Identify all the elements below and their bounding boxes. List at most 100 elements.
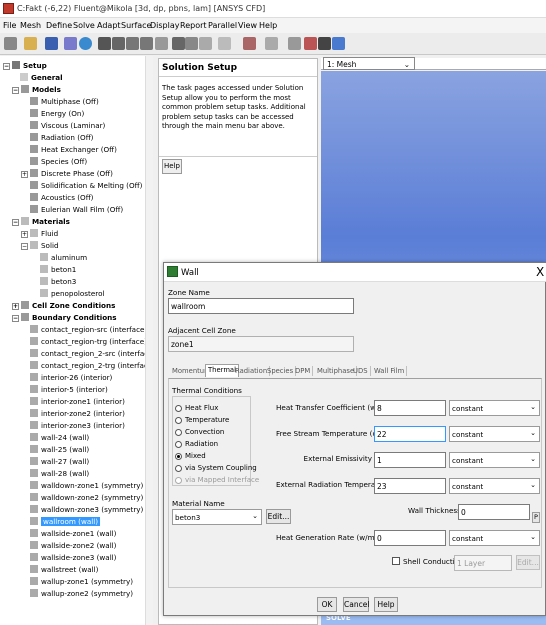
wall-thickness-input[interactable]: 0 <box>458 504 530 520</box>
fst-method-select[interactable]: constant ⌄ <box>449 426 540 442</box>
radio-temperature[interactable] <box>175 417 182 424</box>
probe-icon[interactable] <box>155 37 168 50</box>
tree-cell-zone[interactable]: + Cell Zone Conditions <box>12 300 115 312</box>
menu-define[interactable]: Define <box>46 21 72 30</box>
tree-boundary-item[interactable]: interior-zone2 (interior) <box>30 408 125 420</box>
color-icon[interactable] <box>265 37 278 50</box>
radio-convection[interactable] <box>175 429 182 436</box>
hgr-method-select[interactable]: constant ⌄ <box>449 530 540 546</box>
tree-general[interactable]: General <box>20 72 63 84</box>
parameter-p-button[interactable]: P <box>532 512 540 523</box>
tab-uds[interactable]: UDS <box>351 366 371 376</box>
fit-icon[interactable] <box>172 37 185 50</box>
help-circle-icon[interactable] <box>79 37 92 50</box>
tree-model-item[interactable]: Radiation (Off) <box>30 132 93 144</box>
tree-model-item[interactable]: Eulerian Wall Film (Off) <box>30 204 123 216</box>
tree-boundary-item[interactable]: interior-5 (interior) <box>30 384 108 396</box>
bar-chart-icon[interactable] <box>199 37 212 50</box>
ert-input[interactable]: 23 <box>374 478 446 494</box>
htc-input[interactable]: 8 <box>374 400 446 416</box>
tree-boundary-item[interactable]: wallstreet (wall) <box>30 564 98 576</box>
tree-boundary-item[interactable]: wallup-zone2 (symmetry) <box>30 588 133 600</box>
grid-icon[interactable] <box>332 37 345 50</box>
help-button[interactable]: Help <box>374 597 398 612</box>
tree-solid-item[interactable]: penopolosterol <box>40 288 104 300</box>
tree-boundary-item[interactable]: interior-zone1 (interior) <box>30 396 125 408</box>
tree-boundary-item[interactable]: contact_region-src (interface) <box>30 324 147 336</box>
shell-conduction-checkbox[interactable] <box>392 557 400 565</box>
tree-boundary-item[interactable]: contact_region-trg (interface) <box>30 336 147 348</box>
annotate-icon[interactable] <box>318 37 331 50</box>
tree-boundary-item[interactable]: wall-27 (wall) <box>30 456 89 468</box>
tree-boundary-item[interactable]: wall-24 (wall) <box>30 432 89 444</box>
tree-solid-item[interactable]: beton3 <box>40 276 76 288</box>
tab-dpm[interactable]: DPM <box>293 366 314 376</box>
tree-model-item[interactable]: Energy (On) <box>30 108 84 120</box>
ert-method-select[interactable]: constant ⌄ <box>449 478 540 494</box>
view-icon[interactable] <box>243 37 256 50</box>
menu-adapt[interactable]: Adapt <box>97 21 121 30</box>
window-layout-icon[interactable] <box>218 37 231 50</box>
tree-boundary-item[interactable]: wallside-zone3 (wall) <box>30 552 117 564</box>
tree-model-item[interactable]: Acoustics (Off) <box>30 192 93 204</box>
tree-boundary[interactable]: − Boundary Conditions <box>12 312 117 324</box>
fst-input[interactable]: 22 <box>374 426 446 442</box>
close-icon[interactable]: X <box>536 265 544 279</box>
tree-boundary-item[interactable]: contact_region_2-trg (interface) <box>30 360 151 372</box>
ruler-icon[interactable] <box>304 37 317 50</box>
menu-help[interactable]: Help <box>259 21 277 30</box>
panel-toggle-icon[interactable] <box>4 37 17 50</box>
tree-boundary-item[interactable]: interior-26 (interior) <box>30 372 112 384</box>
pan-icon[interactable] <box>112 37 125 50</box>
tree-boundary-item[interactable]: wallup-zone1 (symmetry) <box>30 576 133 588</box>
menu-view[interactable]: View <box>238 21 257 30</box>
tree-model-item[interactable]: Species (Off) <box>30 156 87 168</box>
tree-boundary-item[interactable]: contact_region_2-src (interface) <box>30 348 151 360</box>
menu-report[interactable]: Report <box>180 21 207 30</box>
material-select[interactable]: beton3 ⌄ <box>172 509 262 525</box>
dialog-titlebar[interactable]: Wall X <box>164 263 546 282</box>
tree-setup[interactable]: − Setup <box>3 60 47 72</box>
menu-display[interactable]: Display <box>150 21 180 30</box>
tree-boundary-item[interactable]: walldown-zone1 (symmetry) <box>30 480 143 492</box>
rotate-icon[interactable] <box>98 37 111 50</box>
tree-boundary-item[interactable]: wall-28 (wall) <box>30 468 89 480</box>
zoom-out-icon[interactable] <box>140 37 153 50</box>
htc-method-select[interactable]: constant ⌄ <box>449 400 540 416</box>
tree-model-item[interactable]: Multiphase (Off) <box>30 96 99 108</box>
menu-solve[interactable]: Solve <box>73 21 95 30</box>
radio-radiation[interactable] <box>175 441 182 448</box>
tree-boundary-item[interactable]: wallside-zone2 (wall) <box>30 540 117 552</box>
cancel-button[interactable]: Cancel <box>343 597 369 612</box>
ok-button[interactable]: OK <box>317 597 337 612</box>
tree-boundary-item[interactable]: walldown-zone2 (symmetry) <box>30 492 143 504</box>
tree-materials[interactable]: − Materials <box>12 216 70 228</box>
task-help-button[interactable]: Help <box>162 159 182 174</box>
tree-scrollbar[interactable] <box>145 56 153 625</box>
tree-model-item[interactable]: Viscous (Laminar) <box>30 120 105 132</box>
tab-species[interactable]: Species <box>265 366 297 376</box>
tree-solid-item[interactable]: beton1 <box>40 264 76 276</box>
tree-boundary-item[interactable]: wallside-zone1 (wall) <box>30 528 117 540</box>
graphics-window-select[interactable]: 1: Mesh ⌄ <box>323 57 415 70</box>
tree-boundary-item[interactable]: wall-25 (wall) <box>30 444 89 456</box>
radio-mixed[interactable] <box>175 453 182 460</box>
tree-boundary-item-selected[interactable]: wallroom (wall) <box>30 516 101 528</box>
tree-solid-item[interactable]: aluminum <box>40 252 87 264</box>
open-folder-icon[interactable] <box>24 37 37 50</box>
zone-name-field[interactable]: wallroom <box>168 298 354 314</box>
tree-solid[interactable]: − Solid <box>21 240 59 252</box>
print-icon[interactable] <box>64 37 77 50</box>
tree-fluid[interactable]: + Fluid <box>21 228 58 240</box>
tree-model-item[interactable]: Solidification & Melting (Off) <box>30 180 142 192</box>
save-icon[interactable] <box>45 37 58 50</box>
tree-boundary-item[interactable]: walldown-zone3 (symmetry) <box>30 504 143 516</box>
tab-wall-film[interactable]: Wall Film <box>372 366 408 376</box>
tree-model-item[interactable]: Heat Exchanger (Off) <box>30 144 117 156</box>
zoom-box-icon[interactable] <box>185 37 198 50</box>
tree-boundary-item[interactable]: interior-zone3 (interior) <box>30 420 125 432</box>
emissivity-method-select[interactable]: constant ⌄ <box>449 452 540 468</box>
tree-model-item[interactable]: + Discrete Phase (Off) <box>21 168 113 180</box>
menu-surface[interactable]: Surface <box>121 21 151 30</box>
material-edit-button[interactable]: Edit... <box>266 509 291 524</box>
